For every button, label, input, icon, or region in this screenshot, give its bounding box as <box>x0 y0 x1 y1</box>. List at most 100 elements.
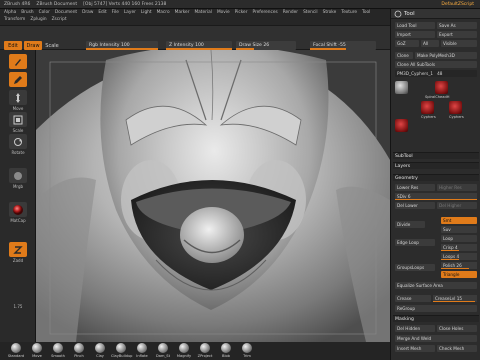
crease-button[interactable]: Crease <box>395 295 431 302</box>
clone-button[interactable]: Clone <box>395 52 413 59</box>
goz-button[interactable]: GoZ <box>395 40 419 47</box>
tool-thumb-mesh[interactable] <box>395 119 408 132</box>
menu-item-layer[interactable]: Layer <box>124 10 136 16</box>
menu-item-light[interactable]: Light <box>141 10 152 16</box>
close-holes-button[interactable]: Close Holes <box>437 325 477 332</box>
brush-standard[interactable]: Standard <box>6 343 26 358</box>
brush-inflate[interactable]: Inflate <box>132 343 152 358</box>
triangle-toggle[interactable]: Triangle <box>441 271 477 278</box>
menu-item-stroke[interactable]: Stroke <box>323 10 337 16</box>
menu-item-brush[interactable]: Brush <box>21 10 33 16</box>
suv-toggle[interactable]: Suv <box>441 226 477 233</box>
brush-preview-icon <box>116 343 126 353</box>
menu-item-material[interactable]: Material <box>194 10 211 16</box>
masking-section[interactable]: Masking <box>393 315 479 322</box>
draw-shelf-button[interactable] <box>9 72 27 87</box>
brush-trim[interactable]: Trim <box>237 343 257 358</box>
loops-slider[interactable]: Loops 4 <box>441 253 477 260</box>
menu-item-marker[interactable]: Marker <box>175 10 190 16</box>
brush-zproject[interactable]: ZProject <box>195 343 215 358</box>
brush-dam-st[interactable]: Dam_St <box>153 343 173 358</box>
load-tool-button[interactable]: Load Tool <box>395 22 435 29</box>
save-as-button[interactable]: Save As <box>437 22 477 29</box>
rgb-intensity-slider[interactable]: Rgb Intensity 100 <box>86 41 158 50</box>
all-button[interactable]: All <box>421 40 439 47</box>
menu-item-transform[interactable]: Transform <box>4 17 25 23</box>
tool-thumb-current[interactable] <box>395 81 408 94</box>
draw-size-slider[interactable]: Draw Size 26 <box>236 41 296 50</box>
brush-magnify[interactable]: Magnify <box>174 343 194 358</box>
import-button[interactable]: Import <box>395 31 435 38</box>
brush-smooth[interactable]: Smooth <box>48 343 68 358</box>
check-mesh-button[interactable]: Check Mesh <box>437 345 477 352</box>
loop-toggle[interactable]: Loop <box>441 235 477 242</box>
menu-item-draw[interactable]: Draw <box>82 10 93 16</box>
rotate-shelf-button[interactable] <box>9 134 27 149</box>
brush-pinch[interactable]: Pinch <box>69 343 89 358</box>
current-tool-slider[interactable]: PM3D_Cyphers_1 48 <box>395 70 477 77</box>
insert-mesh-button[interactable]: Insert Mesh <box>395 345 435 352</box>
crisp-slider[interactable]: Crisp 4 <box>441 244 477 251</box>
color-icon <box>14 171 22 180</box>
del-higher-button[interactable]: Del Higher <box>437 202 477 209</box>
divide-button[interactable]: Divide <box>395 221 425 228</box>
crease-level-slider[interactable]: CreaseLvl 15 <box>433 295 477 302</box>
default-script-link[interactable]: DefaultZScript <box>441 2 474 7</box>
brush-clay[interactable]: Clay <box>90 343 110 358</box>
menu-item-document[interactable]: Document <box>55 10 77 16</box>
visible-button[interactable]: Visible <box>441 40 477 47</box>
edit-button[interactable]: Edit <box>4 41 22 50</box>
zadd-shelf-button[interactable] <box>9 242 27 257</box>
menu-item-movie[interactable]: Movie <box>217 10 230 16</box>
menu-item-picker[interactable]: Picker <box>235 10 248 16</box>
mrgb-shelf-button[interactable] <box>9 168 27 183</box>
menu-item-render[interactable]: Render <box>283 10 298 16</box>
clone-all-subtools-button[interactable]: Clone All SubTools <box>395 61 477 68</box>
del-lower-button[interactable]: Del Lower <box>395 202 435 209</box>
brush-preview-icon <box>74 343 84 353</box>
layers-section[interactable]: Layers <box>393 162 479 169</box>
menu-item-tool[interactable]: Tool <box>362 10 370 16</box>
move-shelf-button[interactable] <box>9 90 27 105</box>
groups-loops-button[interactable]: GroupsLoops <box>395 264 435 271</box>
regroup-button[interactable]: ReGroup <box>395 305 477 312</box>
menu-item-alpha[interactable]: Alpha <box>4 10 16 16</box>
menu-item-macro[interactable]: Macro <box>157 10 170 16</box>
menu-item-stencil[interactable]: Stencil <box>303 10 318 16</box>
higher-res-button[interactable]: Higher Res <box>437 184 477 191</box>
viewport-canvas[interactable] <box>36 50 390 342</box>
sdiv-slider[interactable]: SDiv 6 <box>395 193 477 200</box>
tool-thumb-cyphers-a[interactable] <box>421 101 434 114</box>
scale-button[interactable]: Scale <box>44 41 60 50</box>
edit-shelf-button[interactable] <box>9 54 27 69</box>
geometry-section[interactable]: Geometry <box>393 174 479 181</box>
subtool-section[interactable]: SubTool <box>393 152 479 159</box>
menu-item-zscript[interactable]: Zscript <box>52 17 67 23</box>
edge-loop-button[interactable]: Edge Loop <box>395 239 435 246</box>
brush-claybuildup[interactable]: ClayBuildup <box>111 343 132 358</box>
menu-item-texture[interactable]: Texture <box>341 10 357 16</box>
menu-item-edit[interactable]: Edit <box>98 10 106 16</box>
focal-shift-slider[interactable]: Focal Shift -55 <box>310 41 376 50</box>
delete-hidden-button[interactable]: Del Hidden <box>395 325 435 332</box>
scale-shelf-button[interactable] <box>9 112 27 127</box>
menu-item-file[interactable]: File <box>112 10 119 16</box>
make-polymesh-button[interactable]: Make PolyMesh3D <box>415 52 477 59</box>
smt-toggle[interactable]: Smt <box>441 217 477 224</box>
menu-item-color[interactable]: Color <box>39 10 50 16</box>
tool-thumb-spiral[interactable] <box>435 81 448 94</box>
brush-blob[interactable]: Blob <box>216 343 236 358</box>
lower-res-button[interactable]: Lower Res <box>395 184 435 191</box>
brush-move[interactable]: Move <box>27 343 47 358</box>
tool-thumb-cyphers-b[interactable] <box>449 101 462 114</box>
polish-slider[interactable]: Polish 26 <box>441 262 477 269</box>
tool-palette-header[interactable]: Tool <box>391 9 480 19</box>
draw-button[interactable]: Draw <box>24 41 42 50</box>
menu-item-preferences[interactable]: Preferences <box>252 10 277 16</box>
export-button[interactable]: Export <box>437 31 477 38</box>
material-shelf-button[interactable] <box>9 202 27 217</box>
merge-and-weld-button[interactable]: Merge And Weld <box>395 335 477 342</box>
equalize-surface-area-button[interactable]: Equalize Surface Area <box>395 282 477 289</box>
z-intensity-slider[interactable]: Z Intensity 100 <box>166 41 232 50</box>
menu-item-zplugin[interactable]: Zplugin <box>30 17 46 23</box>
